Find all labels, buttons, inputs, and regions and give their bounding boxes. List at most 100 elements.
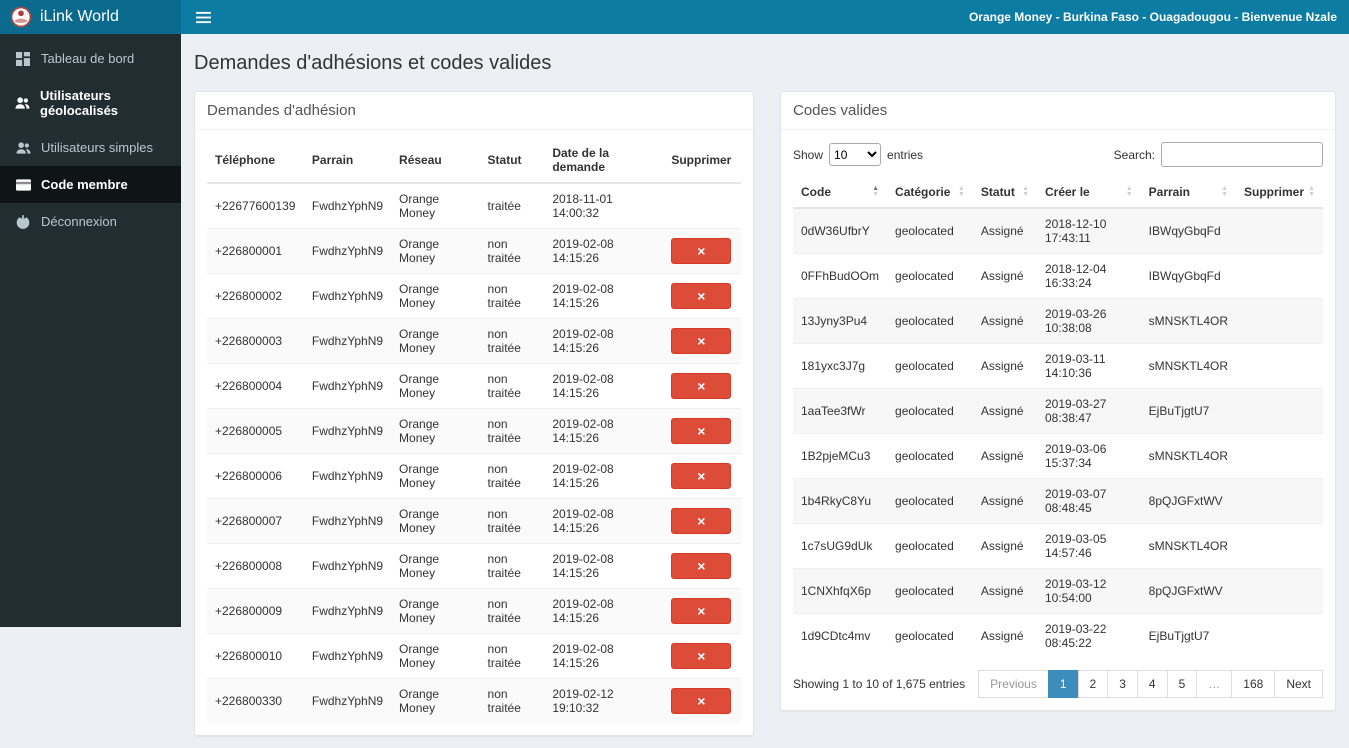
code-row: 0dW36UfbrYgeolocatedAssigné2018-12-10 17… bbox=[793, 208, 1323, 254]
adhesion-row: +226800004FwdhzYphN9Orange Moneynon trai… bbox=[207, 364, 741, 409]
page-button-3[interactable]: 3 bbox=[1107, 670, 1138, 698]
column-header-sortable[interactable]: Code▲▼ bbox=[793, 177, 887, 208]
column-header-sortable[interactable]: Supprimer▲▼ bbox=[1236, 177, 1323, 208]
delete-button[interactable]: × bbox=[671, 553, 731, 579]
supprimer-cell bbox=[1236, 479, 1323, 524]
statut-cell: Assigné bbox=[973, 254, 1037, 299]
codes-panel: Codes valides Show 10 entries Search: Co… bbox=[780, 91, 1336, 711]
column-header-sortable[interactable]: Parrain▲▼ bbox=[1141, 177, 1236, 208]
code-cell: 0FFhBudOOm bbox=[793, 254, 887, 299]
code-row: 13Jyny3Pu4geolocatedAssigné2019-03-26 10… bbox=[793, 299, 1323, 344]
x-icon: × bbox=[697, 649, 705, 663]
parrain-cell: FwdhzYphN9 bbox=[304, 229, 391, 274]
creer-le-cell: 2018-12-10 17:43:11 bbox=[1037, 208, 1141, 254]
sort-icon: ▲▼ bbox=[1221, 186, 1228, 198]
dashboard-icon bbox=[15, 52, 31, 66]
column-header-label: Supprimer bbox=[1244, 185, 1304, 199]
column-header-sortable[interactable]: Créer le▲▼ bbox=[1037, 177, 1141, 208]
show-label: Show bbox=[793, 148, 823, 162]
sidebar-item-code-membre[interactable]: Code membre bbox=[0, 166, 181, 203]
parrain-cell: sMNSKTL4OR bbox=[1141, 299, 1236, 344]
categorie-cell: geolocated bbox=[887, 434, 973, 479]
code-cell: 1CNXhfqX6p bbox=[793, 569, 887, 614]
creer-le-cell: 2019-03-06 15:37:34 bbox=[1037, 434, 1141, 479]
categorie-cell: geolocated bbox=[887, 344, 973, 389]
page-button-168[interactable]: 168 bbox=[1231, 670, 1275, 698]
column-header-sortable[interactable]: Catégorie▲▼ bbox=[887, 177, 973, 208]
parrain-cell: FwdhzYphN9 bbox=[304, 454, 391, 499]
page-button-4[interactable]: 4 bbox=[1137, 670, 1168, 698]
parrain-cell: sMNSKTL4OR bbox=[1141, 434, 1236, 479]
reseau-cell: Orange Money bbox=[391, 364, 480, 409]
statut-cell: traitée bbox=[480, 183, 545, 229]
power-icon bbox=[15, 215, 31, 229]
search-input[interactable] bbox=[1161, 142, 1323, 167]
parrain-cell: EjBuTjgtU7 bbox=[1141, 614, 1236, 659]
page-length-select[interactable]: 10 bbox=[829, 143, 881, 166]
telephone-cell: +226800004 bbox=[207, 364, 304, 409]
delete-button[interactable]: × bbox=[671, 643, 731, 669]
page-button-5[interactable]: 5 bbox=[1167, 670, 1198, 698]
reseau-cell: Orange Money bbox=[391, 229, 480, 274]
panels: Demandes d'adhésion TéléphoneParrainRése… bbox=[194, 91, 1336, 736]
parrain-cell: FwdhzYphN9 bbox=[304, 364, 391, 409]
categorie-cell: geolocated bbox=[887, 208, 973, 254]
page-button-1[interactable]: 1 bbox=[1048, 670, 1079, 698]
parrain-cell: FwdhzYphN9 bbox=[304, 409, 391, 454]
hamburger-menu-icon[interactable] bbox=[181, 0, 226, 34]
creer-le-cell: 2019-03-11 14:10:36 bbox=[1037, 344, 1141, 389]
code-row: 1aaTee3fWrgeolocatedAssigné2019-03-27 08… bbox=[793, 389, 1323, 434]
code-row: 181yxc3J7ggeolocatedAssigné2019-03-11 14… bbox=[793, 344, 1323, 389]
delete-button[interactable]: × bbox=[671, 373, 731, 399]
page-button-2[interactable]: 2 bbox=[1078, 670, 1109, 698]
delete-button[interactable]: × bbox=[671, 463, 731, 489]
sidebar-item-utilisateurs-geolocalises[interactable]: Utilisateurs géolocalisés bbox=[0, 77, 181, 129]
page-button-previous[interactable]: Previous bbox=[978, 670, 1049, 698]
categorie-cell: geolocated bbox=[887, 614, 973, 659]
delete-button[interactable]: × bbox=[671, 418, 731, 444]
x-icon: × bbox=[697, 424, 705, 438]
delete-button[interactable]: × bbox=[671, 238, 731, 264]
date-cell: 2019-02-08 14:15:26 bbox=[544, 229, 663, 274]
statut-cell: Assigné bbox=[973, 569, 1037, 614]
creer-le-cell: 2019-03-07 08:48:45 bbox=[1037, 479, 1141, 524]
telephone-cell: +226800007 bbox=[207, 499, 304, 544]
adhesions-panel-title: Demandes d'adhésion bbox=[195, 92, 753, 130]
telephone-cell: +226800003 bbox=[207, 319, 304, 364]
column-header-sortable[interactable]: Statut▲▼ bbox=[973, 177, 1037, 208]
delete-button[interactable]: × bbox=[671, 598, 731, 624]
delete-button[interactable]: × bbox=[671, 508, 731, 534]
brand-link[interactable]: iLink World bbox=[0, 0, 181, 34]
delete-button[interactable]: × bbox=[671, 283, 731, 309]
page-length-control: Show 10 entries bbox=[793, 143, 923, 166]
delete-button[interactable]: × bbox=[671, 688, 731, 714]
telephone-cell: +226800008 bbox=[207, 544, 304, 589]
supprimer-cell: × bbox=[663, 364, 741, 409]
parrain-cell: FwdhzYphN9 bbox=[304, 274, 391, 319]
creer-le-cell: 2018-12-04 16:33:24 bbox=[1037, 254, 1141, 299]
delete-button[interactable]: × bbox=[671, 328, 731, 354]
adhesion-row: +22677600139FwdhzYphN9Orange Moneytraité… bbox=[207, 183, 741, 229]
sidebar-item-tableau-de-bord[interactable]: Tableau de bord bbox=[0, 40, 181, 77]
reseau-cell: Orange Money bbox=[391, 544, 480, 589]
sidebar-item-utilisateurs-simples[interactable]: Utilisateurs simples bbox=[0, 129, 181, 166]
column-header-label: Statut bbox=[981, 185, 1015, 199]
telephone-cell: +226800006 bbox=[207, 454, 304, 499]
sidebar-item-label: Utilisateurs simples bbox=[41, 140, 153, 155]
code-cell: 1aaTee3fWr bbox=[793, 389, 887, 434]
sidebar: Tableau de bordUtilisateurs géolocalisés… bbox=[0, 34, 181, 627]
supprimer-cell: × bbox=[663, 634, 741, 679]
telephone-cell: +22677600139 bbox=[207, 183, 304, 229]
date-cell: 2019-02-08 14:15:26 bbox=[544, 499, 663, 544]
code-cell: 1c7sUG9dUk bbox=[793, 524, 887, 569]
page-button-next[interactable]: Next bbox=[1274, 670, 1323, 698]
adhesion-row: +226800010FwdhzYphN9Orange Moneynon trai… bbox=[207, 634, 741, 679]
code-cell: 0dW36UfbrY bbox=[793, 208, 887, 254]
telephone-cell: +226800005 bbox=[207, 409, 304, 454]
adhesion-row: +226800003FwdhzYphN9Orange Moneynon trai… bbox=[207, 319, 741, 364]
card-icon bbox=[15, 179, 31, 191]
date-cell: 2019-02-08 14:15:26 bbox=[544, 364, 663, 409]
sidebar-item-deconnexion[interactable]: Déconnexion bbox=[0, 203, 181, 240]
statut-cell: Assigné bbox=[973, 434, 1037, 479]
statut-cell: non traitée bbox=[480, 679, 545, 724]
